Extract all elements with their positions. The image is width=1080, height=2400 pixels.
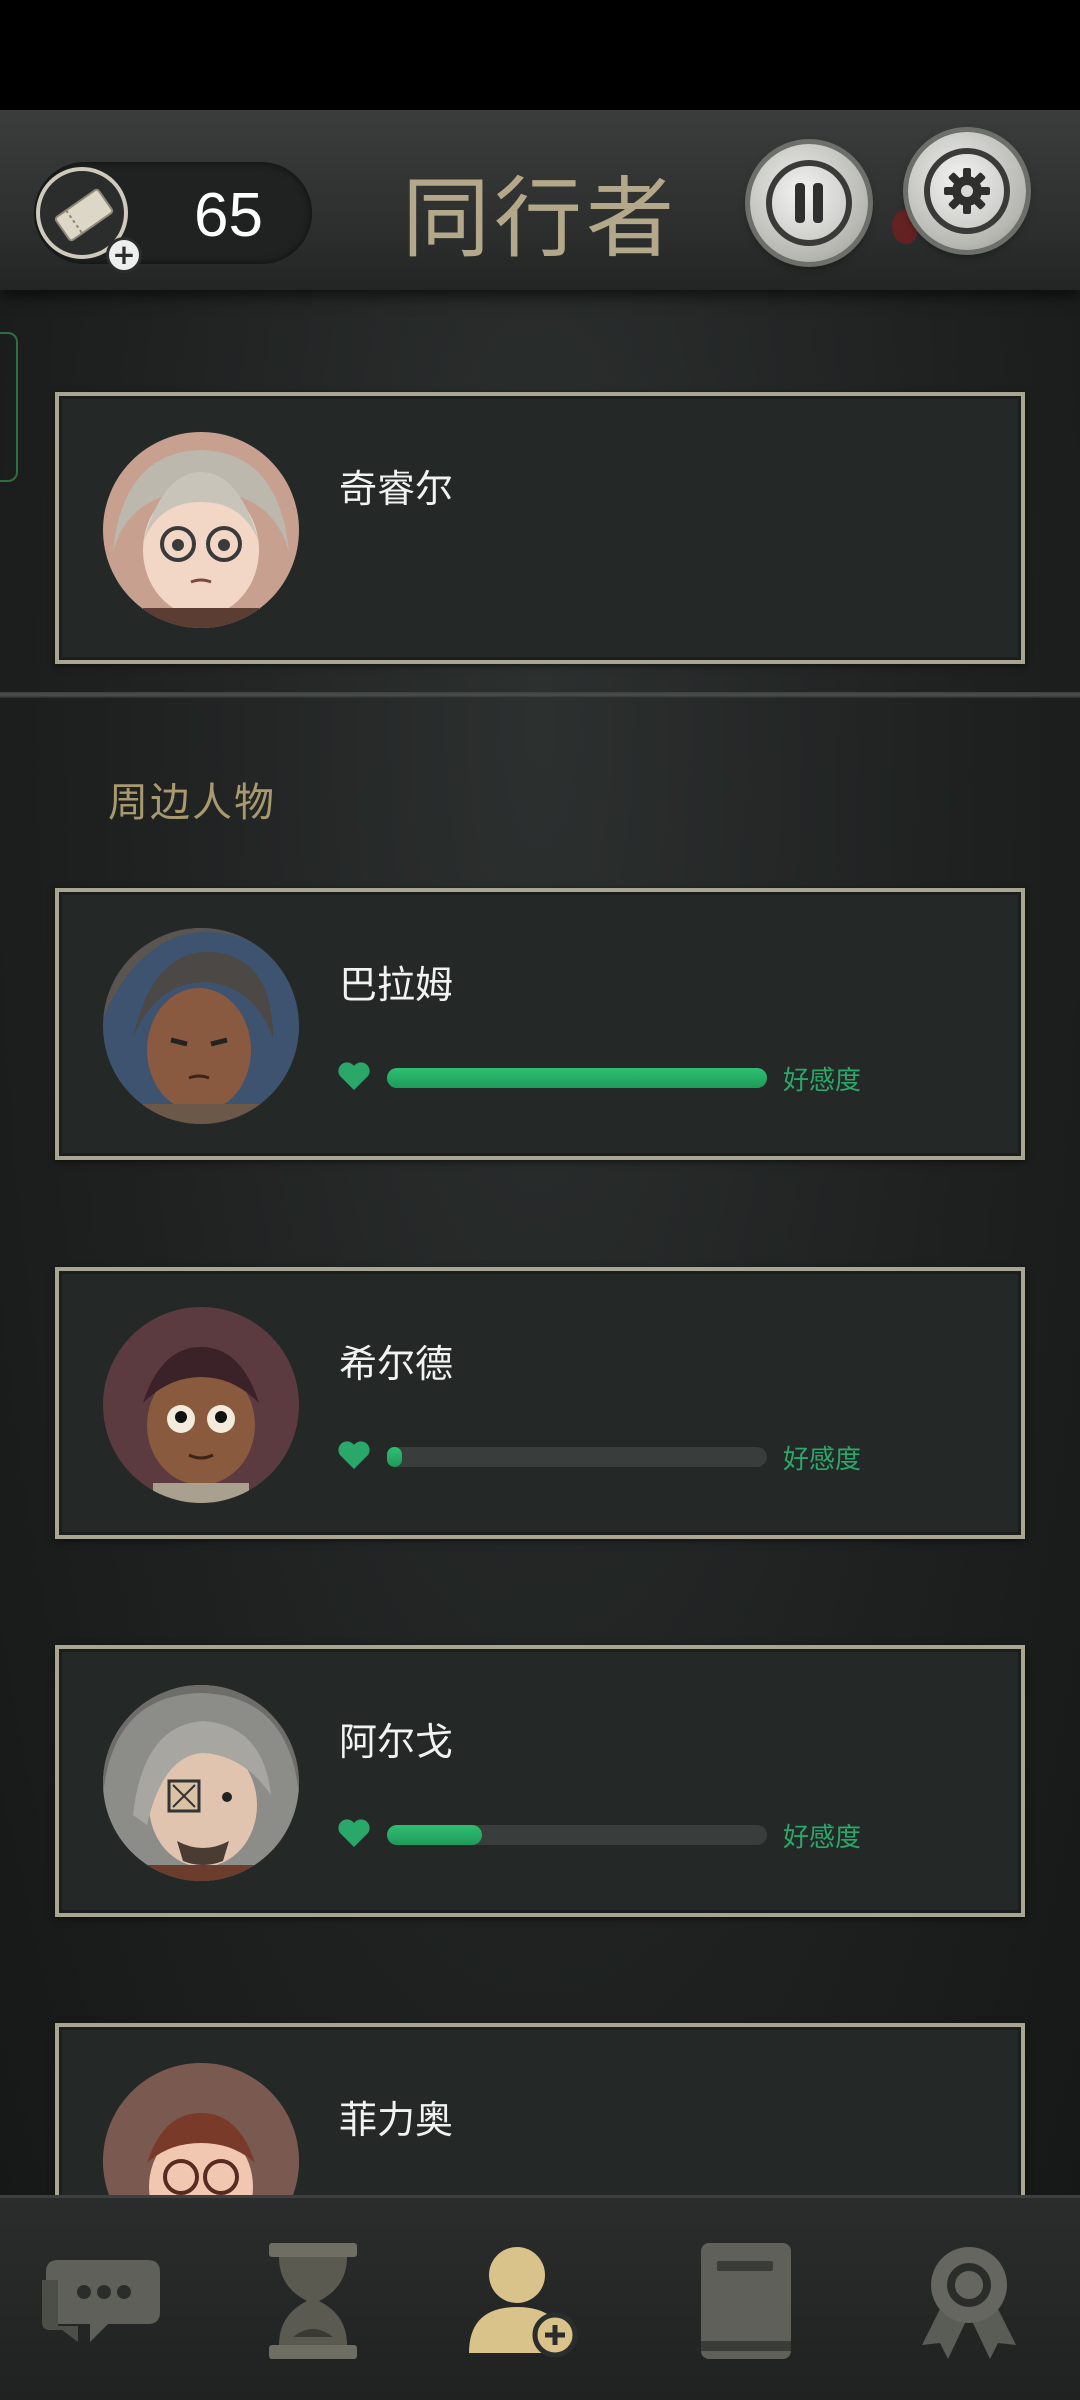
affinity-meter: 好感度 — [337, 1815, 877, 1855]
companion-card[interactable]: 奇睿尔 — [55, 392, 1025, 664]
affinity-bar-fill — [387, 1825, 482, 1845]
heart-icon — [338, 1819, 370, 1847]
avatar — [103, 928, 299, 1124]
nav-chat[interactable] — [38, 2236, 168, 2366]
side-drawer-tab[interactable] — [0, 332, 18, 482]
character-name: 阿尔戈 — [339, 1720, 454, 1764]
settings-button[interactable] — [908, 132, 1026, 250]
heart-icon — [338, 1441, 370, 1469]
status-bar — [0, 0, 1080, 110]
character-card-3[interactable]: 阿尔戈 好感度 — [55, 1645, 1025, 1917]
affinity-bar-fill — [387, 1447, 403, 1467]
affinity-meter: 好感度 — [337, 1058, 877, 1098]
avatar — [103, 1685, 299, 1881]
section-divider — [0, 692, 1080, 698]
character-name: 希尔德 — [339, 1342, 454, 1386]
nav-companions[interactable] — [458, 2236, 588, 2366]
affinity-label: 好感度 — [783, 1445, 862, 1475]
nav-time[interactable] — [248, 2236, 378, 2366]
companion-name: 奇睿尔 — [339, 467, 454, 511]
section-title: 周边人物 — [108, 780, 276, 826]
gear-icon — [944, 168, 990, 214]
affinity-bar — [387, 1825, 767, 1845]
avatar — [103, 1307, 299, 1503]
nav-journal[interactable] — [680, 2236, 810, 2366]
affinity-label: 好感度 — [783, 1823, 862, 1853]
affinity-bar — [387, 1068, 767, 1088]
companions-screen: + 65 同行者 奇睿尔 周边人物 巴拉姆 好感度 希尔德 好感度 阿尔戈 好感… — [0, 0, 1080, 2400]
pause-icon — [795, 183, 823, 223]
affinity-label: 好感度 — [783, 1066, 862, 1096]
chat-icon — [42, 2260, 160, 2342]
character-name: 菲力奥 — [339, 2098, 454, 2142]
journal-icon — [701, 2243, 791, 2359]
hourglass-icon — [269, 2243, 357, 2359]
affinity-bar-fill — [387, 1068, 767, 1088]
character-card-2[interactable]: 希尔德 好感度 — [55, 1267, 1025, 1539]
affinity-meter: 好感度 — [337, 1437, 877, 1477]
pause-button[interactable] — [750, 144, 868, 262]
avatar — [103, 432, 299, 628]
top-bar: + 65 同行者 — [0, 110, 1080, 290]
nav-achievements[interactable] — [904, 2236, 1034, 2366]
achievements-icon — [922, 2247, 1016, 2359]
character-name: 巴拉姆 — [339, 963, 454, 1007]
affinity-bar — [387, 1447, 767, 1467]
heart-icon — [338, 1062, 370, 1090]
bottom-nav — [0, 2195, 1080, 2400]
character-card-1[interactable]: 巴拉姆 好感度 — [55, 888, 1025, 1160]
companions-icon — [469, 2247, 578, 2358]
